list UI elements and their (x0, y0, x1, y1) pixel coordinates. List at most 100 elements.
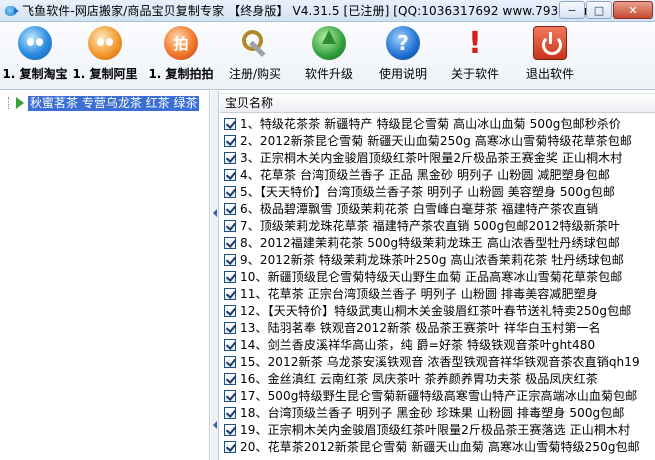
list-item[interactable]: 7、顶级茉莉龙珠花草茶 福建特产茶农直销 500g包邮2012特级新茶叶 (220, 217, 655, 234)
keys-icon (238, 26, 272, 60)
list-item[interactable]: 17、500g特级野生昆仑雪菊新疆特级高寒雪山特产正宗高端冰山血菊包邮 (220, 387, 655, 404)
tree-node-shop[interactable]: 秋蜜茗茶 专营乌龙茶 红茶 绿茶 (2, 95, 200, 111)
list-item[interactable]: 15、2012新茶 乌龙茶安溪铁观音 浓香型铁观音祥华铁观音茶农直销qh19 (220, 353, 655, 370)
qq-penguin-orange-icon (88, 26, 122, 60)
item-title: 4、花草茶 台湾顶级兰香子 正品 黑金砂 明列子 山粉圆 减肥塑身包邮 (240, 168, 611, 182)
about-label: 关于软件 (450, 67, 499, 81)
item-checkbox[interactable] (224, 151, 236, 164)
power-icon (533, 26, 567, 60)
column-header-product-name[interactable]: 宝贝名称 (220, 93, 655, 113)
list-item[interactable]: 9、2012新茶 特级茉莉龙珠茶叶250g 高山浓香茉莉花茶 牡丹绣球包邮 (220, 251, 655, 268)
item-title: 10、新疆顶级昆仑雪菊特级天山野生血菊 正品高寒冰山雪菊花草茶包邮 (240, 270, 623, 284)
item-checkbox[interactable] (224, 168, 236, 181)
upgrade-button[interactable]: 软件升级 (298, 26, 360, 86)
about-button[interactable]: ! 关于软件 (444, 26, 506, 86)
item-title: 12、【天天特价】特级武夷山桐木关金骏眉红茶叶春节送礼特卖250g包邮 (240, 304, 632, 318)
item-checkbox[interactable] (224, 338, 236, 351)
copy-taobao-label: 1. 复制淘宝 (2, 67, 68, 81)
item-title: 17、500g特级野生昆仑雪菊新疆特级高寒雪山特产正宗高端冰山血菊包邮 (240, 389, 638, 403)
item-title: 16、金丝滇红 云南红茶 凤庆茶叶 茶养颜养胃功夫茶 极品凤庆红茶 (240, 372, 598, 386)
copy-paipai-label: 1. 复制拍拍 (148, 67, 214, 81)
item-checkbox[interactable] (224, 270, 236, 283)
register-label: 注册/购买 (228, 67, 282, 81)
help-button[interactable]: ? 使用说明 (372, 26, 434, 86)
shop-tree-panel: 秋蜜茗茶 专营乌龙茶 红茶 绿茶 (0, 91, 210, 460)
register-button[interactable]: 注册/购买 (224, 26, 286, 86)
item-title: 1、特级花茶茶 新疆特产 特级昆仑雪菊 高山冰山血菊 500g包邮秒杀价 (240, 117, 622, 131)
splitter-arrow-icon[interactable] (213, 421, 217, 429)
list-item[interactable]: 8、2012福建茉莉花茶 500g特级茉莉龙珠王 高山浓香型牡丹绣球包邮 (220, 234, 655, 251)
item-checkbox[interactable] (224, 185, 236, 198)
globe-upgrade-icon (312, 26, 346, 60)
copy-alibaba-button[interactable]: 1. 复制阿里 (72, 26, 138, 86)
list-item[interactable]: 20、花草茶2012新茶昆仑雪菊 新疆天山血菊 高寒冰山雪菊特级250g包邮 (220, 438, 655, 455)
window-controls: − □ ✕ (559, 1, 653, 19)
maximize-button[interactable]: □ (586, 1, 612, 19)
item-checkbox[interactable] (224, 134, 236, 147)
item-title: 3、正宗桐木关内金骏眉顶级红茶叶限量2斤极品茶王赛金奖 正山桐木村 (240, 151, 623, 165)
list-item[interactable]: 3、正宗桐木关内金骏眉顶级红茶叶限量2斤极品茶王赛金奖 正山桐木村 (220, 149, 655, 166)
item-checkbox[interactable] (224, 117, 236, 130)
item-title: 2、2012新茶昆仑雪菊 新疆天山血菊250g 高寒冰山雪菊特级花草茶包邮 (240, 134, 633, 148)
item-title: 7、顶级茉莉龙珠花草茶 福建特产茶农直销 500g包邮2012特级新茶叶 (240, 219, 620, 233)
item-checkbox[interactable] (224, 236, 236, 249)
list-item[interactable]: 12、【天天特价】特级武夷山桐木关金骏眉红茶叶春节送礼特卖250g包邮 (220, 302, 655, 319)
tree-node-label: 秋蜜茗茶 专营乌龙茶 红茶 绿茶 (28, 95, 200, 111)
exit-button[interactable]: 退出软件 (518, 26, 582, 86)
item-checkbox[interactable] (224, 389, 236, 402)
list-item[interactable]: 2、2012新茶昆仑雪菊 新疆天山血菊250g 高寒冰山雪菊特级花草茶包邮 (220, 132, 655, 149)
list-item[interactable]: 11、花草茶 正宗台湾顶级兰香子 明列子 山粉圆 排毒美容减肥塑身 (220, 285, 655, 302)
item-title: 18、台湾顶级兰香子 明列子 黑金砂 珍珠果 山粉圆 排毒塑身 500g包邮 (240, 406, 625, 420)
list-item[interactable]: 1、特级花茶茶 新疆特产 特级昆仑雪菊 高山冰山血菊 500g包邮秒杀价 (220, 115, 655, 132)
copy-alibaba-label: 1. 复制阿里 (72, 67, 138, 81)
item-checkbox[interactable] (224, 304, 236, 317)
exclamation-icon: ! (468, 25, 482, 61)
help-label: 使用说明 (378, 67, 427, 81)
item-title: 5、【天天特价】台湾顶级兰香子茶 明列子 山粉圆 美容塑身 500g包邮 (240, 185, 616, 199)
copy-paipai-button[interactable]: 拍 1. 复制拍拍 (144, 26, 218, 86)
minimize-button[interactable]: − (559, 1, 585, 19)
item-title: 19、正宗桐木关内金骏眉顶级红茶叶限量2斤极品茶王赛落选 正山桐木村 (240, 423, 631, 437)
product-list: 1、特级花茶茶 新疆特产 特级昆仑雪菊 高山冰山血菊 500g包邮秒杀价 2、20… (220, 115, 655, 455)
copy-taobao-button[interactable]: 1. 复制淘宝 (2, 26, 68, 86)
item-title: 8、2012福建茉莉花茶 500g特级茉莉龙珠王 高山浓香型牡丹绣球包邮 (240, 236, 620, 250)
play-arrow-icon (16, 97, 24, 109)
list-item[interactable]: 13、陆羽茗奉 铁观音2012新茶 极品茶王赛茶叶 祥华白玉村第一名 (220, 319, 655, 336)
product-list-panel: 宝贝名称 1、特级花茶茶 新疆特产 特级昆仑雪菊 高山冰山血菊 500g包邮秒杀… (220, 91, 655, 460)
list-item[interactable]: 5、【天天特价】台湾顶级兰香子茶 明列子 山粉圆 美容塑身 500g包邮 (220, 183, 655, 200)
list-item[interactable]: 4、花草茶 台湾顶级兰香子 正品 黑金砂 明列子 山粉圆 减肥塑身包邮 (220, 166, 655, 183)
splitter-arrow-icon[interactable] (213, 209, 217, 217)
qq-penguin-blue-icon (18, 26, 52, 60)
help-icon: ? (386, 26, 420, 60)
item-checkbox[interactable] (224, 355, 236, 368)
panel-splitter[interactable] (211, 91, 219, 460)
item-title: 9、2012新茶 特级茉莉龙珠茶叶250g 高山浓香茉莉花茶 牡丹绣球包邮 (240, 253, 624, 267)
item-title: 20、花草茶2012新茶昆仑雪菊 新疆天山血菊 高寒冰山雪菊特级250g包邮 (240, 440, 640, 454)
item-checkbox[interactable] (224, 321, 236, 334)
item-title: 11、花草茶 正宗台湾顶级兰香子 明列子 山粉圆 排毒美容减肥塑身 (240, 287, 598, 301)
list-item[interactable]: 18、台湾顶级兰香子 明列子 黑金砂 珍珠果 山粉圆 排毒塑身 500g包邮 (220, 404, 655, 421)
exit-label: 退出软件 (525, 67, 574, 81)
item-title: 14、剑兰香皮溪祥华高山茶，纯 爵=好茶 特级铁观音茶叶ght480 (240, 338, 596, 352)
item-checkbox[interactable] (224, 202, 236, 215)
item-title: 13、陆羽茗奉 铁观音2012新茶 极品茶王赛茶叶 祥华白玉村第一名 (240, 321, 601, 335)
item-checkbox[interactable] (224, 219, 236, 232)
item-checkbox[interactable] (224, 406, 236, 419)
paipai-icon: 拍 (164, 26, 198, 60)
toolbar: 1. 复制淘宝 1. 复制阿里 拍 1. 复制拍拍 注册/购买 软件升级 ? 使… (0, 22, 655, 90)
flying-fish-icon (4, 4, 19, 18)
list-item[interactable]: 16、金丝滇红 云南红茶 凤庆茶叶 茶养颜养胃功夫茶 极品凤庆红茶 (220, 370, 655, 387)
list-item[interactable]: 14、剑兰香皮溪祥华高山茶，纯 爵=好茶 特级铁观音茶叶ght480 (220, 336, 655, 353)
item-checkbox[interactable] (224, 287, 236, 300)
item-checkbox[interactable] (224, 423, 236, 436)
list-item[interactable]: 19、正宗桐木关内金骏眉顶级红茶叶限量2斤极品茶王赛落选 正山桐木村 (220, 421, 655, 438)
item-title: 15、2012新茶 乌龙茶安溪铁观音 浓香型铁观音祥华铁观音茶农直销qh19 (240, 355, 640, 369)
list-item[interactable]: 6、极品碧潭飘雪 顶级茉莉花茶 白雪峰白毫芽茶 福建特产茶农直销 (220, 200, 655, 217)
item-checkbox[interactable] (224, 372, 236, 385)
item-title: 6、极品碧潭飘雪 顶级茉莉花茶 白雪峰白毫芽茶 福建特产茶农直销 (240, 202, 599, 216)
item-checkbox[interactable] (224, 253, 236, 266)
list-item[interactable]: 10、新疆顶级昆仑雪菊特级天山野生血菊 正品高寒冰山雪菊花草茶包邮 (220, 268, 655, 285)
item-checkbox[interactable] (224, 440, 236, 453)
window-title: 飞鱼软件-网店搬家/商品宝贝复制专家 【终身版】 V4.31.5 [已注册] [… (22, 4, 601, 18)
close-button[interactable]: ✕ (613, 1, 653, 19)
